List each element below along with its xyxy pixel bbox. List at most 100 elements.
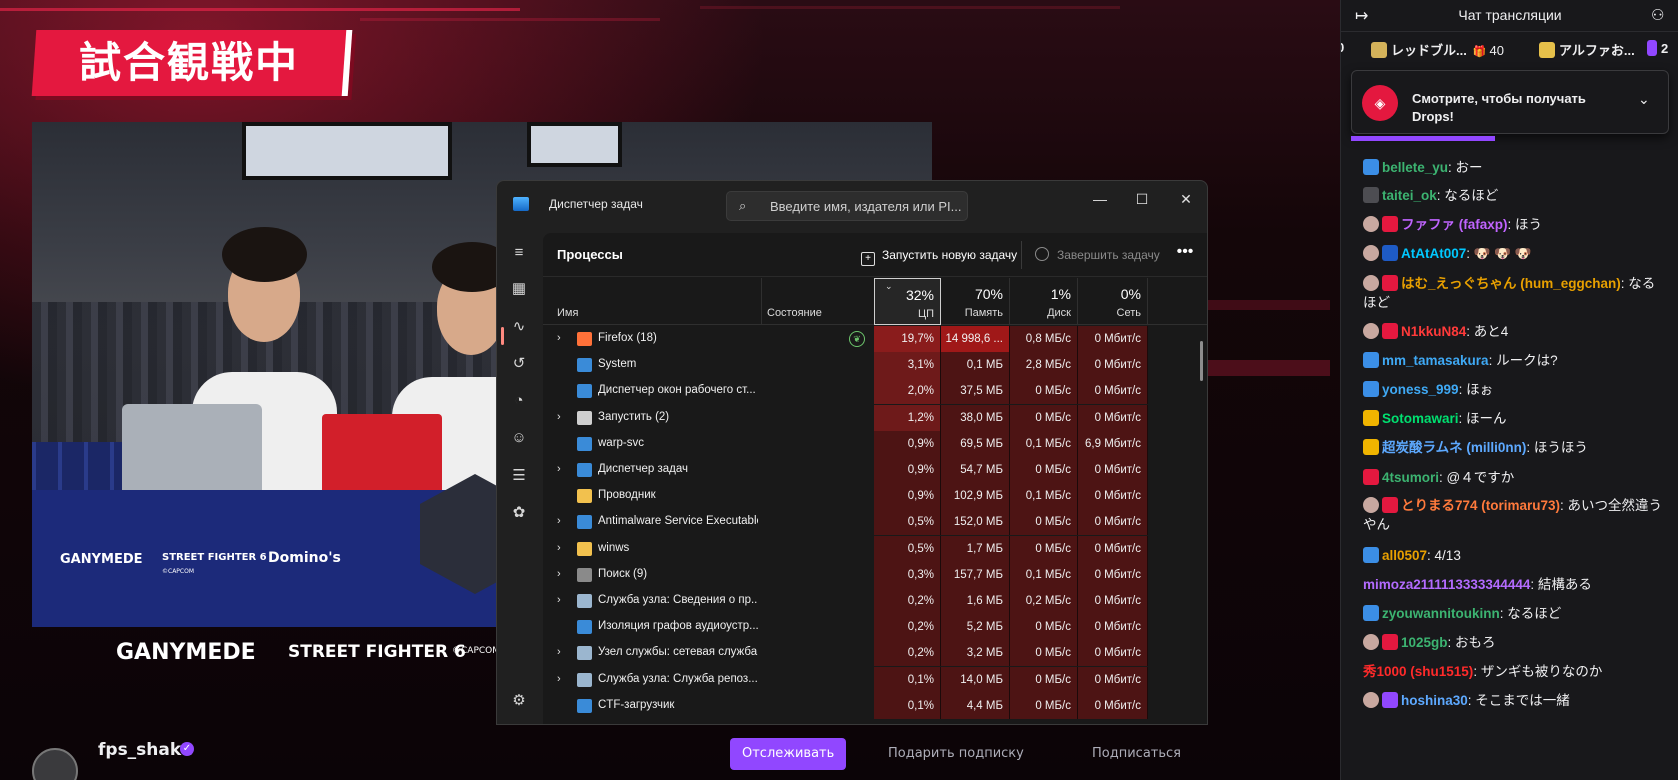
gift-leaderboard[interactable]: 0 レッドブル... 40 アルファお... 2 bbox=[1341, 36, 1678, 64]
streamer-name[interactable]: fps_shaka bbox=[98, 740, 193, 760]
process-row[interactable]: warp-svc 0,9% 69,5 МБ 0,1 МБ/с 6,9 Мбит/с bbox=[543, 430, 1207, 457]
column-disk[interactable]: 1% Диск bbox=[1010, 278, 1078, 325]
process-row[interactable]: › winws 0,5% 1,7 МБ 0 МБ/с 0 Мбит/с bbox=[543, 535, 1207, 562]
expand-chevron-icon[interactable]: › bbox=[557, 332, 569, 344]
chat-badge-icon[interactable] bbox=[1363, 216, 1379, 232]
chat-username[interactable]: yoness_999 bbox=[1382, 382, 1459, 397]
chat-badge-icon[interactable] bbox=[1363, 187, 1379, 203]
chat-badge-icon[interactable] bbox=[1382, 245, 1398, 261]
process-row[interactable]: Проводник 0,9% 102,9 МБ 0,1 МБ/с 0 Мбит/с bbox=[543, 483, 1207, 510]
more-options-button[interactable]: ••• bbox=[1171, 242, 1199, 268]
gift-leaderboard-item[interactable]: 0 bbox=[1341, 40, 1344, 55]
chat-username[interactable]: N1kkuN84 bbox=[1401, 324, 1466, 339]
chat-username[interactable]: hoshina30 bbox=[1401, 693, 1468, 708]
chat-username[interactable]: mm_tamasakura bbox=[1382, 353, 1489, 368]
expand-chevron-icon[interactable]: › bbox=[557, 515, 569, 527]
task-manager-titlebar[interactable]: Диспетчер задач ⌕ Введите имя, издателя … bbox=[497, 181, 1207, 227]
process-row[interactable]: › Служба узла: Сведения о пр... 0,2% 1,6 МБ… bbox=[543, 588, 1207, 614]
chat-badge-icon[interactable] bbox=[1363, 323, 1379, 339]
column-cpu[interactable]: ⌄ 32% ЦП bbox=[874, 278, 941, 325]
chat-badge-icon[interactable] bbox=[1363, 159, 1379, 175]
chat-badge-icon[interactable] bbox=[1382, 497, 1398, 513]
startup-apps-icon[interactable]: ◔ bbox=[507, 389, 531, 413]
chat-badge-icon[interactable] bbox=[1363, 497, 1379, 513]
gift-subscription-button[interactable]: Подарить подписку bbox=[876, 738, 1036, 770]
process-row[interactable]: Изоляция графов аудиоустр... 0,2% 5,2 МБ 0 … bbox=[543, 614, 1207, 641]
subscribe-button[interactable]: Подписаться bbox=[1080, 738, 1193, 770]
gift-leaderboard-item[interactable]: 2 bbox=[1647, 40, 1668, 56]
expand-chevron-icon[interactable]: › bbox=[557, 594, 569, 606]
column-status[interactable]: Состояние bbox=[767, 307, 822, 319]
community-users-icon[interactable]: ⚇ bbox=[1651, 6, 1664, 24]
chat-username[interactable]: AtAtAt007 bbox=[1401, 246, 1466, 261]
chat-username[interactable]: 超炭酸ラムネ (milli0nn) bbox=[1382, 440, 1526, 455]
chat-username[interactable]: ファファ (fafaxp) bbox=[1401, 217, 1508, 232]
close-button[interactable]: ✕ bbox=[1167, 185, 1205, 213]
gift-leaderboard-item[interactable]: アルファお... bbox=[1539, 40, 1635, 59]
chat-badge-icon[interactable] bbox=[1363, 692, 1379, 708]
chat-badge-icon[interactable] bbox=[1363, 605, 1379, 621]
process-row[interactable]: Диспетчер окон рабочего ст... 2,0% 37,5 МБ… bbox=[543, 378, 1207, 405]
processes-icon[interactable]: ▦ bbox=[507, 277, 531, 301]
process-row[interactable]: › Служба узла: Служба репоз... 0,1% 14,0 МБ… bbox=[543, 666, 1207, 693]
drops-notification[interactable]: ◈ Смотрите, чтобы получать Drops! ⌄ bbox=[1351, 70, 1669, 134]
chat-username[interactable]: とりまる774 (torimaru73) bbox=[1401, 498, 1560, 513]
task-manager-window[interactable]: Диспетчер задач ⌕ Введите имя, издателя … bbox=[496, 180, 1208, 725]
process-row[interactable]: › Antimalware Service Executable 0,5% 152,0… bbox=[543, 509, 1207, 536]
maximize-button[interactable]: ☐ bbox=[1123, 185, 1161, 213]
chat-badge-icon[interactable] bbox=[1382, 634, 1398, 650]
chat-username[interactable]: Sotomawari bbox=[1382, 411, 1459, 426]
streamer-avatar[interactable] bbox=[32, 748, 78, 780]
minimize-button[interactable]: — bbox=[1081, 185, 1119, 213]
chat-badge-icon[interactable] bbox=[1363, 410, 1379, 426]
run-new-task-button[interactable]: + Запустить новую задачу bbox=[861, 242, 1017, 268]
column-network[interactable]: 0% Сеть bbox=[1078, 278, 1148, 325]
chat-badge-icon[interactable] bbox=[1363, 275, 1379, 291]
chat-badge-icon[interactable] bbox=[1363, 381, 1379, 397]
chat-badge-icon[interactable] bbox=[1382, 692, 1398, 708]
process-row[interactable]: › Запустить (2) 1,2% 38,0 МБ 0 МБ/с 0 Мбит/с bbox=[543, 404, 1207, 431]
expand-chevron-icon[interactable]: › bbox=[557, 463, 569, 475]
chat-badge-icon[interactable] bbox=[1382, 216, 1398, 232]
app-history-icon[interactable]: ↺ bbox=[507, 352, 531, 376]
chat-badge-icon[interactable] bbox=[1382, 323, 1398, 339]
follow-button[interactable]: Отслеживать bbox=[730, 738, 847, 770]
process-search-input[interactable]: ⌕ Введите имя, издателя или PI... bbox=[726, 191, 968, 221]
chat-username[interactable]: zyouwannitoukinn bbox=[1382, 606, 1500, 621]
expand-chevron-icon[interactable]: › bbox=[557, 411, 569, 423]
expand-chevron-icon[interactable]: › bbox=[557, 542, 569, 554]
chat-badge-icon[interactable] bbox=[1363, 439, 1379, 455]
chat-username[interactable]: all0507 bbox=[1382, 548, 1427, 563]
expand-chevron-icon[interactable]: › bbox=[557, 568, 569, 580]
column-name[interactable]: Имя bbox=[557, 307, 578, 319]
scrollbar[interactable] bbox=[1200, 341, 1203, 381]
details-icon[interactable]: ☰ bbox=[507, 464, 531, 488]
chat-badge-icon[interactable] bbox=[1363, 352, 1379, 368]
process-row[interactable]: System 3,1% 0,1 МБ 2,8 МБ/с 0 Мбит/с bbox=[543, 352, 1207, 379]
chat-username[interactable]: bellete_yu bbox=[1382, 160, 1448, 175]
chat-badge-icon[interactable] bbox=[1363, 634, 1379, 650]
column-memory[interactable]: 70% Память bbox=[941, 278, 1010, 325]
expand-chevron-icon[interactable]: › bbox=[557, 646, 569, 658]
process-row[interactable]: CTF-загрузчик 0,1% 4,4 МБ 0 МБ/с 0 Мбит/с bbox=[543, 692, 1207, 719]
process-row[interactable]: › Поиск (9) 0,3% 157,7 МБ 0,1 МБ/с 0 Мбит/с bbox=[543, 561, 1207, 588]
process-row[interactable]: › Диспетчер задач 0,9% 54,7 МБ 0 МБ/с 0 Мбит/… bbox=[543, 457, 1207, 483]
chat-badge-icon[interactable] bbox=[1382, 275, 1398, 291]
chat-badge-icon[interactable] bbox=[1363, 245, 1379, 261]
chevron-down-icon[interactable]: ⌄ bbox=[1638, 91, 1650, 108]
process-row[interactable]: › Firefox (18) ❦ 19,7% 14 998,6 ... 0,8 МБ/с 0… bbox=[543, 326, 1207, 352]
performance-icon[interactable]: ∿ bbox=[507, 315, 531, 339]
chat-username[interactable]: 4tsumori bbox=[1382, 470, 1439, 485]
gift-leaderboard-item[interactable]: レッドブル... 40 bbox=[1371, 40, 1504, 59]
end-task-button[interactable]: Завершить задачу bbox=[1035, 242, 1160, 268]
chat-username[interactable]: はむ_えっぐちゃん (hum_eggchan) bbox=[1401, 276, 1621, 291]
chat-username[interactable]: 1025gb bbox=[1401, 635, 1448, 650]
process-row[interactable]: › Узел службы: сетевая служба 0,2% 3,2 МБ 0 … bbox=[543, 640, 1207, 667]
users-icon[interactable]: ☺ bbox=[507, 426, 531, 450]
hamburger-icon[interactable]: ≡ bbox=[507, 241, 531, 265]
chat-badge-icon[interactable] bbox=[1363, 547, 1379, 563]
chat-username[interactable]: 秀1000 (shu1515) bbox=[1363, 664, 1473, 679]
expand-chevron-icon[interactable]: › bbox=[557, 673, 569, 685]
services-icon[interactable]: ✿ bbox=[507, 501, 531, 525]
chat-badge-icon[interactable] bbox=[1363, 469, 1379, 485]
